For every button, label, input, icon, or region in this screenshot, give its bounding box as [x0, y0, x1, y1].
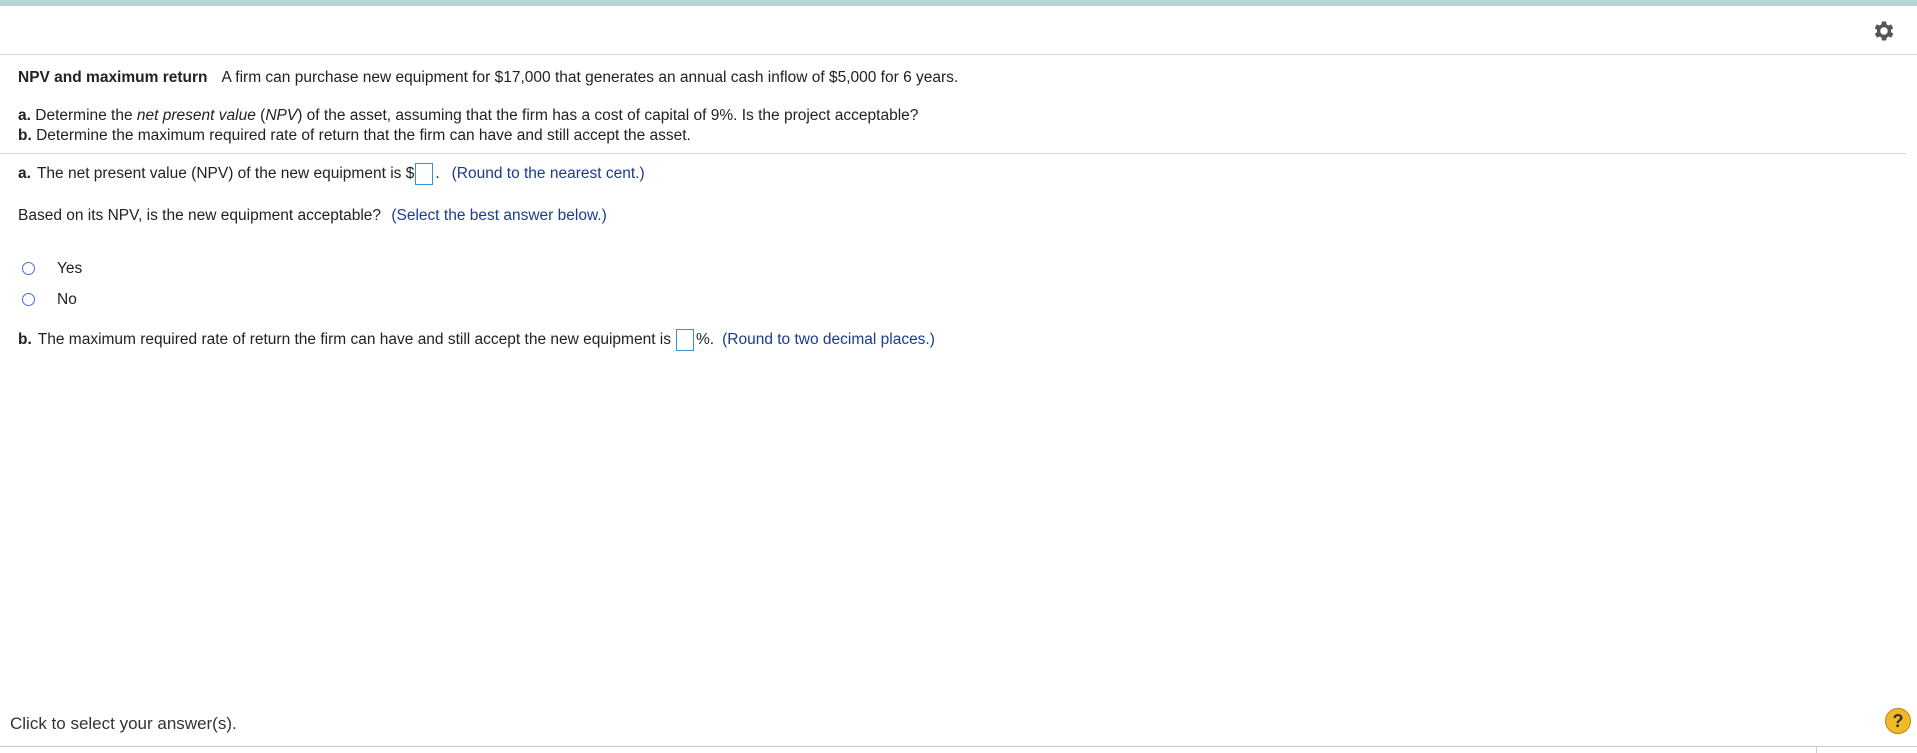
npv-input[interactable]: [415, 163, 434, 185]
footer: Click to select your answer(s). ?: [0, 706, 1917, 747]
answer-b-label: b.: [18, 331, 32, 348]
option-label: Yes: [57, 259, 83, 277]
answer-a-label: a.: [18, 165, 31, 182]
divider: [0, 153, 1906, 154]
option-label: No: [57, 290, 77, 308]
acceptability-question: Based on its NPV, is the new equipment a…: [18, 207, 607, 225]
answer-a-text: The net present value (NPV) of the new e…: [36, 165, 415, 182]
rate-input[interactable]: [676, 329, 695, 351]
part-a-text: Determine the: [35, 107, 137, 124]
part-a-text: ) of the asset, assuming that the firm h…: [297, 107, 919, 124]
answer-b-text: The maximum required rate of return the …: [37, 331, 672, 348]
option-yes[interactable]: Yes: [18, 253, 82, 284]
answer-a-hint: (Round to the nearest cent.): [451, 165, 645, 182]
gear-icon[interactable]: [1871, 18, 1897, 44]
part-a-label: a.: [18, 107, 31, 124]
part-a-text: (: [255, 107, 266, 124]
answer-b-percent: %.: [696, 331, 715, 348]
part-a-instruction: a. Determine the net present value (NPV)…: [18, 106, 1898, 126]
answer-b-row: b. The maximum required rate of return t…: [18, 329, 935, 351]
option-no[interactable]: No: [18, 284, 82, 315]
part-b-label: b.: [18, 127, 32, 144]
question-text: Based on its NPV, is the new equipment a…: [18, 207, 382, 224]
part-a-italic-term: net present value: [136, 107, 256, 124]
problem-title: NPV and maximum return: [18, 69, 208, 86]
header: [0, 6, 1917, 55]
part-a-italic-abbr: NPV: [265, 107, 298, 124]
answer-b-hint: (Round to two decimal places.): [722, 331, 935, 348]
answer-a-period: .: [435, 165, 440, 182]
part-b-text: Determine the maximum required rate of r…: [36, 127, 691, 144]
answer-options: Yes No: [18, 253, 82, 315]
problem-statement-text: A firm can purchase new equipment for $1…: [221, 69, 959, 86]
part-b-instruction: b. Determine the maximum required rate o…: [18, 126, 1898, 146]
help-icon[interactable]: ?: [1885, 708, 1911, 734]
radio-button[interactable]: [22, 293, 35, 306]
question-hint: (Select the best answer below.): [391, 207, 607, 224]
problem-statement: NPV and maximum return A firm can purchas…: [18, 66, 1898, 146]
radio-button[interactable]: [22, 262, 35, 275]
answer-a-row: a. The net present value (NPV) of the ne…: [18, 163, 645, 185]
footer-status-text: Click to select your answer(s).: [10, 714, 237, 733]
